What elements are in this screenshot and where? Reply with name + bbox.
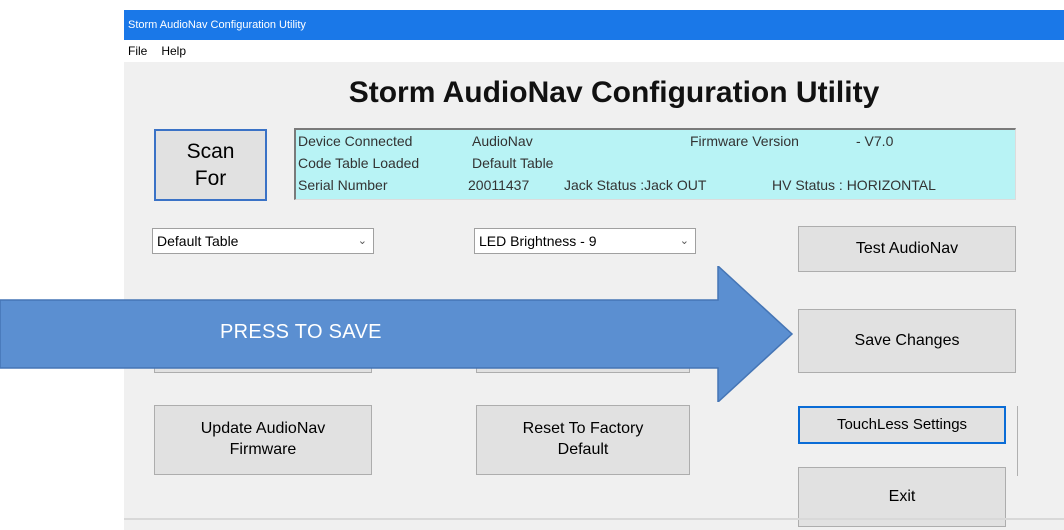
serial-number-label: Serial Number <box>298 177 388 193</box>
led-brightness-select[interactable]: LED Brightness - 9 ⌄ <box>474 228 696 254</box>
scan-for-button[interactable]: Scan For <box>154 129 267 201</box>
page-title: Storm AudioNav Configuration Utility <box>348 76 880 109</box>
save-changes-button[interactable]: Save Changes <box>798 309 1016 373</box>
firmware-version-value: - V7.0 <box>856 133 894 149</box>
status-strip <box>124 518 1064 520</box>
device-info-panel: Device Connected AudioNav Firmware Versi… <box>294 128 1016 200</box>
menu-help[interactable]: Help <box>157 40 190 62</box>
menu-bar: File Help <box>124 40 1064 62</box>
window-title: Storm AudioNav Configuration Utility <box>128 19 306 31</box>
test-audionav-button[interactable]: Test AudioNav <box>798 226 1016 272</box>
device-connected-label: Device Connected <box>298 133 413 149</box>
hv-status: HV Status : HORIZONTAL <box>772 177 936 193</box>
scan-button-line1: Scan <box>186 139 235 163</box>
update-firmware-line2: Firmware <box>229 441 297 458</box>
press-to-save-label: PRESS TO SAVE <box>220 321 382 343</box>
device-connected-value: AudioNav <box>472 133 533 149</box>
reset-factory-line1: Reset To Factory <box>522 420 644 438</box>
firmware-version-label: Firmware Version <box>690 133 799 149</box>
serial-number-value: 20011437 <box>468 177 530 193</box>
code-table-select[interactable]: Default Table ⌄ <box>152 228 374 254</box>
press-to-save-arrow <box>0 266 794 402</box>
led-brightness-select-value: LED Brightness - 9 <box>479 233 597 249</box>
update-firmware-line1: Update AudioNav <box>200 420 326 438</box>
scan-button-line2: For <box>194 167 227 190</box>
update-firmware-button[interactable]: Update AudioNav Firmware <box>154 405 372 475</box>
arrow-shape <box>0 266 794 402</box>
title-bar: Storm AudioNav Configuration Utility <box>124 10 1064 40</box>
code-table-select-value: Default Table <box>157 233 239 249</box>
code-table-value: Default Table <box>472 155 554 171</box>
jack-status: Jack Status :Jack OUT <box>564 177 707 193</box>
code-table-label: Code Table Loaded <box>298 155 420 171</box>
divider <box>1017 406 1018 476</box>
reset-factory-line2: Default <box>557 441 609 458</box>
chevron-down-icon: ⌄ <box>357 235 367 247</box>
reset-factory-button[interactable]: Reset To Factory Default <box>476 405 690 475</box>
chevron-down-icon: ⌄ <box>679 235 689 247</box>
menu-file[interactable]: File <box>124 40 151 62</box>
touchless-settings-button[interactable]: TouchLess Settings <box>798 406 1006 444</box>
